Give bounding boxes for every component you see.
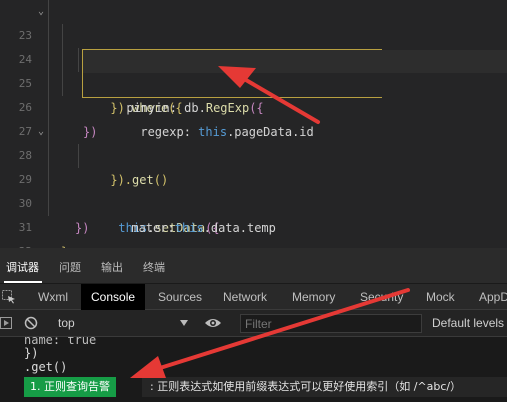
warning-badge: 1. 正则查询告警 — [24, 377, 116, 397]
console-output: name: true }) .get() 1. 正则查询告警 : 正则表达式如使… — [0, 337, 507, 402]
bottom-panel-tabs: 调试器 问题 输出 终端 — [0, 248, 507, 284]
code-line[interactable]: 28 ⌄ this.setData({ — [0, 120, 507, 235]
code-editor[interactable]: 23 ⌄ }).where({ 24 pinyin: db.RegExp({ 2… — [0, 0, 507, 248]
tab-terminal[interactable]: 终端 — [143, 259, 165, 275]
tab-network[interactable]: Network — [223, 284, 267, 310]
tab-security[interactable]: Security — [360, 284, 403, 310]
devtools-tabs: Wxml Console Sources Network Memory Secu… — [0, 284, 507, 310]
sidebar-toggle-icon[interactable] — [0, 317, 12, 329]
line-number: 32 — [0, 240, 32, 248]
devtools-panel: 调试器 问题 输出 终端 Wxml Console Sources Networ… — [0, 248, 507, 402]
code-line[interactable]: 26 }) — [0, 72, 507, 139]
tab-debugger[interactable]: 调试器 — [6, 259, 39, 275]
tab-wxml[interactable]: Wxml — [38, 284, 68, 310]
tab-issues[interactable]: 问题 — [59, 259, 81, 275]
code-line[interactable]: 25 regexp: this.pageData.id — [0, 48, 507, 139]
active-tab-indicator — [4, 281, 42, 283]
tab-mock[interactable]: Mock — [426, 284, 455, 310]
code-text: } — [61, 240, 68, 248]
clear-console-icon[interactable] — [24, 316, 38, 330]
filter-input[interactable] — [240, 314, 422, 333]
code-line[interactable]: 29 mater:this.data.temp — [0, 144, 507, 235]
context-value: top — [58, 316, 75, 330]
fold-chevron-icon[interactable]: ⌄ — [38, 0, 44, 24]
code-line[interactable]: 30 }) — [0, 168, 507, 235]
eye-icon[interactable] — [204, 316, 222, 330]
code-line[interactable]: 24 pinyin: db.RegExp({ — [0, 24, 507, 115]
code-line[interactable]: 31 } — [0, 192, 507, 248]
query-warning: 1. 正则查询告警 : 正则表达式如使用前缀表达式可以更好使用索引（如 /^ab… — [24, 377, 507, 397]
inspect-cursor-icon[interactable] — [2, 290, 16, 304]
tab-appdata[interactable]: AppD — [479, 284, 507, 310]
console-line: .get() — [24, 360, 68, 374]
context-select[interactable]: top — [50, 313, 190, 333]
chevron-down-icon — [180, 320, 188, 326]
fold-chevron-icon[interactable]: ⌄ — [38, 120, 44, 144]
tab-console[interactable]: Console — [81, 284, 146, 310]
code-line[interactable]: 23 ⌄ }).where({ — [0, 0, 507, 115]
code-line[interactable]: 32 }) — [0, 216, 507, 248]
tab-sources[interactable]: Sources — [158, 284, 202, 310]
tab-memory[interactable]: Memory — [292, 284, 335, 310]
console-toolbar: top Default levels — [0, 310, 507, 337]
default-levels-dropdown[interactable]: Default levels — [432, 316, 504, 330]
warning-message: : 正则表达式如使用前缀表达式可以更好使用索引（如 /^abc/） — [142, 377, 507, 397]
code-line[interactable]: 27 }).get() — [0, 96, 507, 187]
console-line: }) — [24, 346, 39, 360]
tab-output[interactable]: 输出 — [101, 259, 123, 275]
